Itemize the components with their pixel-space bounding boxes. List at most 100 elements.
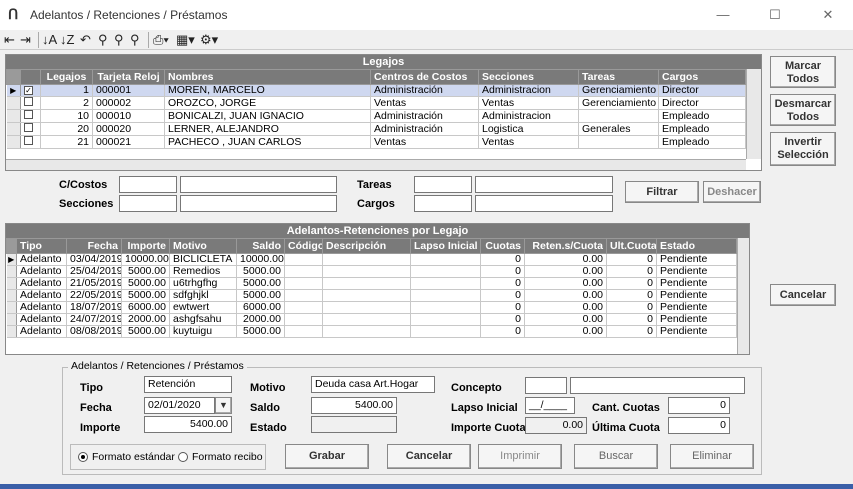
cant-cuotas-label: Cant. Cuotas [592, 402, 660, 414]
table-row[interactable]: ▶ ✓ 1 000001 MOREN, MARCELO Administraci… [6, 84, 746, 97]
tipo-field[interactable]: Retención [144, 376, 232, 393]
cancelar-button[interactable]: Cancelar [387, 444, 471, 469]
radio-recibo-label[interactable]: Formato recibo [192, 451, 263, 463]
movs-table: Tipo Fecha Importe Motivo Saldo Código D… [6, 238, 737, 338]
col-secciones[interactable]: Secciones [478, 69, 579, 85]
col-nombres[interactable]: Nombres [164, 69, 371, 85]
importe-cuota-field[interactable]: 0.00 [525, 417, 587, 434]
table-row[interactable]: 21 000021 PACHECO , JUAN CARLOS Ventas V… [6, 135, 746, 149]
row-checkbox[interactable] [24, 97, 33, 106]
filtrar-button[interactable]: Filtrar [625, 181, 699, 203]
maximize-icon[interactable]: ☐ [755, 4, 795, 26]
table-row[interactable]: 20 000020 LERNER, ALEJANDRO Administraci… [6, 122, 746, 136]
sort-asc-icon[interactable]: ↓A [38, 32, 57, 48]
row-checkbox[interactable] [24, 136, 33, 145]
window-title: Adelantos / Retenciones / Préstamos [30, 8, 228, 22]
print-icon[interactable]: ⎙▾ [148, 32, 169, 48]
table-row[interactable]: ▶ Adelanto 03/04/2019 10000.00 BICLICLET… [6, 253, 737, 266]
radio-recibo[interactable] [178, 452, 188, 462]
lapso-field[interactable]: __/____ [525, 397, 575, 414]
cant-cuotas-field[interactable]: 0 [668, 397, 730, 414]
legajos-table: Legajos Tarjeta Reloj Nombres Centros de… [6, 69, 746, 149]
ultima-cuota-field[interactable]: 0 [668, 417, 730, 434]
row-checkbox[interactable]: ✓ [24, 86, 33, 95]
invertir-seleccion-button[interactable]: Invertir Selección [770, 132, 836, 166]
col-estado[interactable]: Estado [656, 238, 737, 254]
legajos-vscroll[interactable] [746, 69, 761, 159]
col-cargos[interactable]: Cargos [658, 69, 746, 85]
row-checkbox[interactable] [24, 110, 33, 119]
importe-cuota-label: Importe Cuota [451, 422, 526, 434]
find-icon[interactable]: ⚲ [98, 32, 108, 48]
estado-label: Estado [250, 422, 287, 434]
app-icon: Ո [8, 6, 19, 22]
col-tarjeta[interactable]: Tarjeta Reloj [92, 69, 165, 85]
secciones-code-input[interactable] [119, 195, 177, 212]
grabar-button[interactable]: Grabar [285, 444, 369, 469]
align-first-icon[interactable]: ⇤ [4, 32, 15, 48]
find-prev-icon[interactable]: ⚲ [130, 32, 140, 48]
importe-field[interactable]: 5400.00 [144, 416, 232, 433]
table-row[interactable]: Adelanto 08/08/2019 5000.00 kuytuigu 500… [6, 325, 737, 338]
table-row[interactable]: Adelanto 22/05/2019 5000.00 sdfghjkl 500… [6, 289, 737, 302]
imprimir-button[interactable]: Imprimir [478, 444, 562, 469]
col-saldo[interactable]: Saldo [236, 238, 285, 254]
legajos-hscroll[interactable] [6, 159, 746, 170]
sort-desc-icon[interactable]: ↓Z [60, 32, 74, 48]
marcar-todos-button[interactable]: Marcar Todos [770, 56, 836, 88]
desmarcar-todos-button[interactable]: Desmarcar Todos [770, 94, 836, 126]
col-descripcion[interactable]: Descripción [322, 238, 411, 254]
costos-code-input[interactable] [119, 176, 177, 193]
col-tareas[interactable]: Tareas [578, 69, 659, 85]
movs-vscroll[interactable] [737, 238, 749, 354]
radio-estandar[interactable] [78, 452, 88, 462]
legajos-title: Legajos [6, 55, 761, 69]
fecha-field[interactable]: 02/01/2020 [144, 397, 215, 414]
col-fecha[interactable]: Fecha [66, 238, 122, 254]
secciones-label: Secciones [59, 198, 114, 210]
table-row[interactable]: Adelanto 21/05/2019 5000.00 u6trhgfhg 50… [6, 277, 737, 290]
table-row[interactable]: Adelanto 24/07/2019 2000.00 ashgfsahu 20… [6, 313, 737, 326]
col-importe[interactable]: Importe [121, 238, 170, 254]
close-icon[interactable]: ✕ [808, 4, 848, 26]
fecha-dropdown-icon[interactable]: ▼ [215, 397, 232, 414]
col-legajos[interactable]: Legajos [40, 69, 93, 85]
radio-estandar-label[interactable]: Formato estándar [92, 451, 175, 463]
eliminar-button[interactable]: Eliminar [670, 444, 754, 469]
secciones-desc-input[interactable] [180, 195, 337, 212]
table-row[interactable]: 10 000010 BONICALZI, JUAN IGNACIO Admini… [6, 109, 746, 123]
col-reten[interactable]: Reten.s/Cuota [524, 238, 607, 254]
concepto-desc-field[interactable] [570, 377, 745, 394]
cargos-code-input[interactable] [414, 195, 472, 212]
table-row[interactable]: Adelanto 25/04/2019 5000.00 Remedios 500… [6, 265, 737, 278]
col-ultcuota[interactable]: Ult.Cuota [606, 238, 657, 254]
export-icon[interactable]: ▦▾ [176, 32, 195, 48]
tareas-desc-input[interactable] [475, 176, 613, 193]
col-codigo[interactable]: Código [284, 238, 323, 254]
saldo-label: Saldo [250, 402, 280, 414]
estado-field[interactable] [311, 416, 397, 433]
col-motivo[interactable]: Motivo [169, 238, 237, 254]
col-cuotas[interactable]: Cuotas [480, 238, 525, 254]
col-tipo[interactable]: Tipo [16, 238, 67, 254]
minimize-icon[interactable]: — [703, 4, 743, 26]
table-row[interactable]: 2 000002 OROZCO, JORGE Ventas Ventas Ger… [6, 96, 746, 110]
col-lapso[interactable]: Lapso Inicial [410, 238, 481, 254]
table-row[interactable]: Adelanto 18/07/2019 6000.00 ewtwert 6000… [6, 301, 737, 314]
deshacer-button[interactable]: Deshacer [703, 181, 761, 203]
tareas-code-input[interactable] [414, 176, 472, 193]
find-next-icon[interactable]: ⚲ [114, 32, 124, 48]
concepto-code-field[interactable] [525, 377, 567, 394]
undo-icon[interactable]: ↶ [80, 32, 91, 48]
align-last-icon[interactable]: ⇥ [20, 32, 31, 48]
buscar-button[interactable]: Buscar [574, 444, 658, 469]
costos-desc-input[interactable] [180, 176, 337, 193]
motivo-field[interactable]: Deuda casa Art.Hogar [311, 376, 435, 393]
col-centros[interactable]: Centros de Costos [370, 69, 479, 85]
row-checkbox[interactable] [24, 123, 33, 132]
cancelar-side-button[interactable]: Cancelar [770, 284, 836, 306]
cargos-desc-input[interactable] [475, 195, 613, 212]
ultima-cuota-label: Última Cuota [592, 422, 660, 434]
saldo-field[interactable]: 5400.00 [311, 397, 397, 414]
settings-icon[interactable]: ⚙▾ [200, 32, 218, 48]
